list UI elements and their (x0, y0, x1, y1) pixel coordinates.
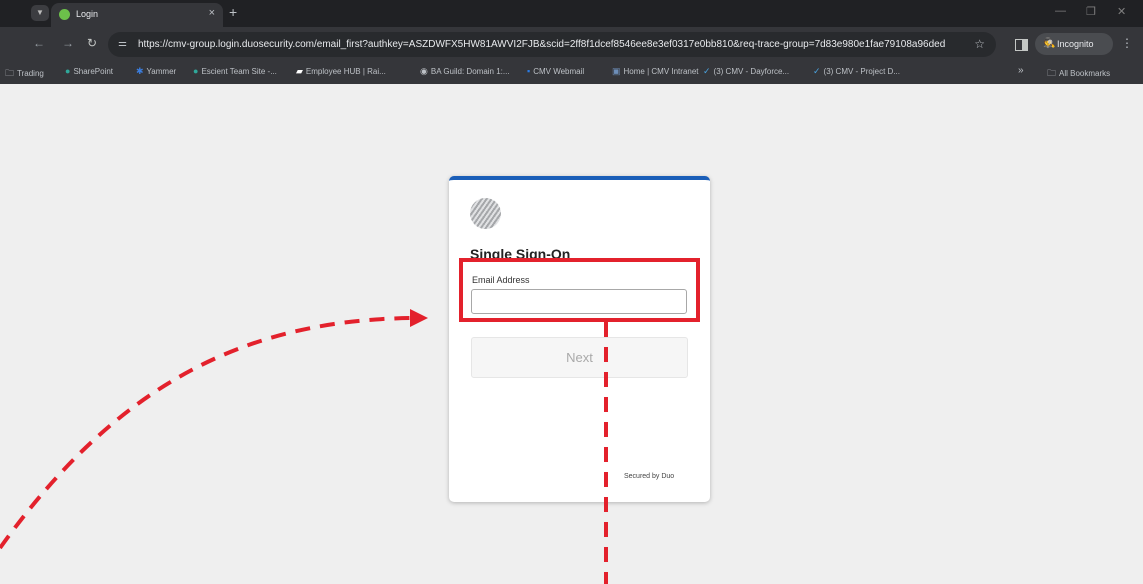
annotation-arrows (0, 309, 608, 584)
arrowhead (410, 309, 428, 327)
curved-dashed-arrow (0, 316, 413, 550)
